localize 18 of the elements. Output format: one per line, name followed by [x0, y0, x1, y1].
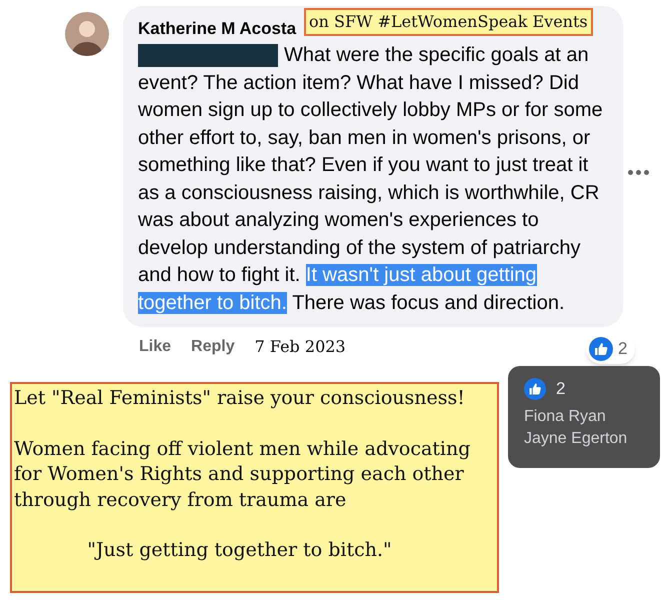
thumbs-up-icon — [524, 378, 546, 400]
avatar[interactable] — [65, 12, 109, 56]
label-annotation: on SFW #LetWomenSpeak Events — [304, 8, 593, 36]
author-name[interactable]: Katherine M Acosta — [138, 16, 296, 42]
reactor-name: Fiona Ryan — [524, 406, 607, 426]
note-text: "Just getting together to bitch." — [86, 538, 393, 563]
more-icon[interactable] — [628, 170, 649, 175]
thumbs-up-icon — [589, 336, 613, 361]
comment-action-link[interactable]: Like — [139, 335, 172, 359]
reactor-name: Jayne Egerton — [524, 428, 628, 448]
reaction-badge[interactable]: 2 — [586, 334, 636, 364]
tooltip-count: 2 — [556, 378, 566, 400]
comment-text: What were the specific goals at an event? The action item? What have I missed? Did women sign up to collectively lobby MPs or for some other effort to, say, ban men in women's prisons, or something like that? Even if you want to just treat it as a consciousness raising, which is worthwhile, CR was about analyzing women's experiences to develop understanding of the system of patriarchy and how to fight it. It wasn't just about getting together to bitch. There was focus and direction. — [138, 43, 604, 316]
reaction-count: 2 — [618, 338, 628, 360]
comment-date: 7 Feb 2023 — [254, 336, 346, 358]
note-text: Let "Real Feminists" raise your consciousness! — [14, 386, 466, 411]
comment-action-link[interactable]: Reply — [191, 335, 235, 359]
note-text: Women facing off violent men while advocating for Women's Rights and supporting each other through recovery from trauma are — [14, 436, 472, 512]
